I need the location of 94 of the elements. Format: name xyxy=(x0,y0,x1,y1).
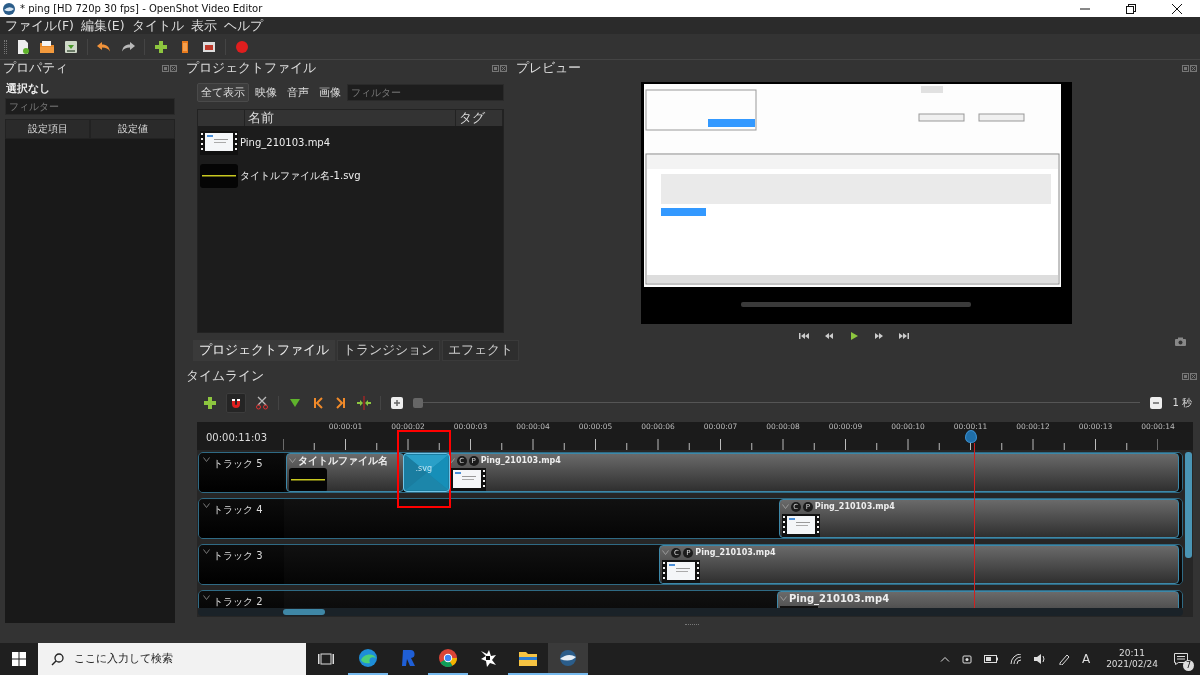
task-view-icon[interactable] xyxy=(318,652,334,666)
zoom-scale-label: 1 秒 xyxy=(1172,396,1192,410)
record-icon[interactable] xyxy=(234,38,250,55)
zoom-out-icon[interactable] xyxy=(1149,396,1164,410)
selection-label: 選択なし xyxy=(5,81,51,97)
panel-title: プロジェクトファイル xyxy=(186,60,317,77)
scrollbar[interactable] xyxy=(283,609,325,615)
track-name: トラック 3 xyxy=(213,549,263,563)
rewind-icon[interactable] xyxy=(823,332,834,340)
float-icon[interactable] xyxy=(492,65,499,72)
filter-button[interactable]: 画像 xyxy=(315,83,345,102)
jump-end-icon[interactable] xyxy=(898,332,909,340)
previous-marker-icon[interactable] xyxy=(311,396,325,410)
save-icon[interactable] xyxy=(63,38,79,55)
slider-thumb[interactable] xyxy=(413,398,423,408)
float-icon[interactable] xyxy=(162,65,169,72)
clip-name: Ping_210103.mp4 xyxy=(480,455,561,466)
float-icon[interactable] xyxy=(1182,65,1189,72)
folder-icon[interactable] xyxy=(39,38,55,55)
snap-button[interactable] xyxy=(226,393,246,413)
chevron-icon[interactable] xyxy=(203,595,210,600)
speaker-icon[interactable] xyxy=(1033,654,1046,664)
clip-name: Ping_210103.mp4 xyxy=(789,593,890,604)
track-name: トラック 5 xyxy=(213,457,263,471)
magnet-icon xyxy=(229,396,243,410)
column-header[interactable]: 設定項目 xyxy=(5,119,90,139)
fast-forward-icon[interactable] xyxy=(873,332,884,340)
transition-drawing xyxy=(404,455,449,490)
close-icon[interactable] xyxy=(1172,3,1182,14)
current-time: 00:00:11:03 xyxy=(205,431,268,445)
chevron-icon[interactable] xyxy=(203,457,210,462)
menu-item[interactable]: タイトル xyxy=(131,17,184,34)
start-icon[interactable] xyxy=(12,652,26,666)
scrollbar[interactable] xyxy=(1185,452,1192,558)
column-header[interactable]: 名前 xyxy=(245,110,456,126)
clip-name: Ping_210103.mp4 xyxy=(814,501,895,512)
clip-name: タイトルファイル名 xyxy=(297,455,388,466)
window-title: * ping [HD 720p 30 fps] - OpenShot Video Editor xyxy=(20,3,264,14)
new-file-icon[interactable] xyxy=(15,38,31,55)
menu-item[interactable]: ファイル(F) xyxy=(5,17,74,34)
filter-button[interactable]: 全て表示 xyxy=(197,83,249,102)
notification-button[interactable]: 7 xyxy=(1170,648,1192,670)
panel-tab[interactable]: プロジェクトファイル xyxy=(193,340,335,361)
chevron-icon[interactable] xyxy=(203,503,210,508)
playhead-handle[interactable] xyxy=(964,430,977,443)
panel-tab[interactable]: エフェクト xyxy=(442,340,519,361)
filter-button[interactable]: 映像 xyxy=(251,83,281,102)
chevron-icon[interactable] xyxy=(203,549,210,554)
float-icon[interactable] xyxy=(1182,373,1189,380)
menu-item[interactable]: ヘルプ xyxy=(223,17,263,34)
track-name: トラック 4 xyxy=(213,503,263,517)
next-marker-icon[interactable] xyxy=(334,396,348,410)
zoom-in-icon[interactable] xyxy=(390,396,404,410)
add-track-icon[interactable] xyxy=(203,396,217,410)
track-name: トラック 2 xyxy=(213,595,263,608)
menu-item[interactable]: 編集(E) xyxy=(80,17,125,34)
clip-name: Ping_210103.mp4 xyxy=(695,547,776,558)
column-header[interactable]: 設定値 xyxy=(90,119,175,139)
filter-field[interactable]: フィルター xyxy=(5,98,175,115)
clip[interactable]: タイトルファイル名 xyxy=(285,453,405,492)
notification-count: 7 xyxy=(1183,660,1194,671)
panel-tab[interactable]: トランジション xyxy=(337,340,440,361)
file-name: Ping_210103.mp4 xyxy=(240,137,331,148)
ring-icon xyxy=(438,648,458,668)
panel-title: タイムライン xyxy=(186,368,265,385)
filter-button[interactable]: 音声 xyxy=(283,83,313,102)
chat-icon xyxy=(1174,653,1188,665)
menu-item[interactable]: 表示 xyxy=(190,17,217,34)
center-playhead-icon[interactable] xyxy=(357,396,371,410)
filter-field[interactable]: フィルター xyxy=(347,84,504,101)
taskbar-app[interactable] xyxy=(548,643,588,675)
chevron-up-icon[interactable] xyxy=(939,656,950,662)
file-name: タイトルファイル名-1.svg xyxy=(240,168,361,183)
panel-title: プレビュー xyxy=(516,60,582,77)
globe-icon xyxy=(558,648,578,668)
scissors-icon[interactable] xyxy=(255,396,269,410)
play-icon[interactable] xyxy=(848,332,859,340)
wifi-icon[interactable] xyxy=(1009,653,1022,665)
panel-title: プロパティ xyxy=(3,60,69,77)
battery-icon[interactable] xyxy=(983,655,998,663)
clip[interactable]: Ping_210103.mp4 xyxy=(777,591,1180,608)
clock[interactable]: 20:11 2021/02/24 xyxy=(1106,648,1158,670)
search-field[interactable]: ここに入力して検索 xyxy=(38,643,306,675)
jump-start-icon[interactable] xyxy=(798,332,809,340)
column-header[interactable]: タグ xyxy=(456,110,503,126)
maximize-icon[interactable] xyxy=(1126,3,1136,14)
app-logo-icon xyxy=(2,1,16,16)
add-icon[interactable] xyxy=(153,38,169,55)
input-mode-indicator[interactable]: A xyxy=(1081,652,1091,666)
pen-icon[interactable] xyxy=(1057,653,1070,665)
swirl-icon xyxy=(358,648,378,668)
camera-icon[interactable] xyxy=(961,653,972,665)
clip-name: .svg xyxy=(414,464,433,473)
search-icon xyxy=(51,652,64,666)
